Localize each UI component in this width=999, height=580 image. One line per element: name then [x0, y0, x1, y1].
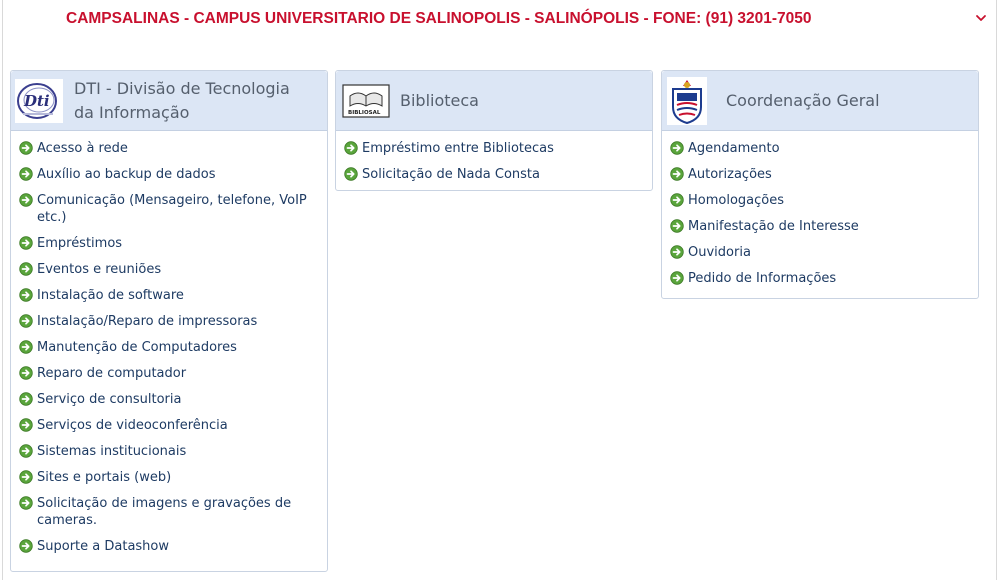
green-circle-arrow-icon	[19, 340, 33, 354]
service-link-item[interactable]: Homologações	[662, 192, 978, 209]
service-link-item[interactable]: Manifestação de Interesse	[662, 218, 978, 235]
service-link-label[interactable]: Agendamento	[688, 140, 780, 157]
panel-biblioteca: BIBLIOSAL Biblioteca Empréstimo entre Bi…	[335, 70, 653, 191]
panel-header: Dti DTI - Divisão de Tecnologia da Infor…	[11, 71, 327, 131]
frame-border-left	[2, 0, 3, 580]
service-list: Empréstimo entre Bibliotecas Solicitação …	[336, 131, 652, 196]
service-link-item[interactable]: Reparo de computador	[11, 365, 327, 382]
service-link-label[interactable]: Reparo de computador	[37, 365, 186, 382]
service-link-label[interactable]: Pedido de Informações	[688, 270, 836, 287]
green-circle-arrow-icon	[19, 236, 33, 250]
green-circle-arrow-icon	[19, 141, 33, 155]
green-circle-arrow-icon	[670, 193, 684, 207]
service-link-label[interactable]: Manifestação de Interesse	[688, 218, 859, 235]
svg-text:BIBLIOSAL: BIBLIOSAL	[348, 110, 381, 116]
service-link-label[interactable]: Empréstimos	[37, 235, 122, 252]
green-circle-arrow-icon	[19, 167, 33, 181]
green-circle-arrow-icon	[19, 314, 33, 328]
green-circle-arrow-icon	[19, 470, 33, 484]
service-link-item[interactable]: Manutenção de Computadores	[11, 339, 327, 356]
service-link-label[interactable]: Instalação/Reparo de impressoras	[37, 313, 257, 330]
service-link-item[interactable]: Empréstimos	[11, 235, 327, 252]
green-circle-arrow-icon	[670, 167, 684, 181]
green-circle-arrow-icon	[19, 288, 33, 302]
service-link-label[interactable]: Comunicação (Mensageiro, telefone, VoIP …	[37, 192, 319, 226]
svg-text:Dti: Dti	[23, 92, 50, 110]
panel-header: Coordenação Geral	[662, 71, 978, 131]
service-link-label[interactable]: Autorizações	[688, 166, 772, 183]
panel-coordenacao-geral: Coordenação Geral Agendamento Autorizaçõe…	[661, 70, 979, 299]
green-circle-arrow-icon	[19, 366, 33, 380]
green-circle-arrow-icon	[670, 245, 684, 259]
service-link-label[interactable]: Acesso à rede	[37, 140, 128, 157]
panel-title: Coordenação Geral	[726, 90, 880, 110]
service-link-label[interactable]: Manutenção de Computadores	[37, 339, 237, 356]
panel-header: BIBLIOSAL Biblioteca	[336, 71, 652, 131]
service-list: Agendamento Autorizações Homologações Manif…	[662, 131, 978, 300]
service-link-item[interactable]: Auxílio ao backup de dados	[11, 166, 327, 183]
service-link-item[interactable]: Instalação de software	[11, 287, 327, 304]
service-link-item[interactable]: Instalação/Reparo de impressoras	[11, 313, 327, 330]
green-circle-arrow-icon	[670, 141, 684, 155]
service-link-item[interactable]: Solicitação de imagens e gravações de ca…	[11, 495, 327, 529]
service-link-label[interactable]: Serviço de consultoria	[37, 391, 181, 408]
service-link-item[interactable]: Acesso à rede	[11, 140, 327, 157]
service-link-label[interactable]: Suporte a Datashow	[37, 538, 169, 555]
service-link-item[interactable]: Sites e portais (web)	[11, 469, 327, 486]
chevron-down-icon[interactable]	[975, 12, 987, 24]
green-circle-arrow-icon	[19, 392, 33, 406]
service-link-item[interactable]: Eventos e reuniões	[11, 261, 327, 278]
green-circle-arrow-icon	[19, 496, 33, 510]
service-link-label[interactable]: Eventos e reuniões	[37, 261, 161, 278]
green-circle-arrow-icon	[19, 418, 33, 432]
green-circle-arrow-icon	[19, 262, 33, 276]
service-link-label[interactable]: Homologações	[688, 192, 784, 209]
service-link-item[interactable]: Autorizações	[662, 166, 978, 183]
service-link-item[interactable]: Comunicação (Mensageiro, telefone, VoIP …	[11, 192, 327, 226]
service-link-label[interactable]: Serviços de videoconferência	[37, 417, 228, 434]
service-link-item[interactable]: Pedido de Informações	[662, 270, 978, 287]
green-circle-arrow-icon	[19, 444, 33, 458]
service-link-label[interactable]: Solicitação de Nada Consta	[362, 166, 540, 183]
biblioteca-logo: BIBLIOSAL	[342, 83, 390, 118]
frame-border-right	[996, 0, 997, 580]
service-link-label[interactable]: Sistemas institucionais	[37, 443, 186, 460]
panel-title: DTI - Divisão de Tecnologia da Informaçã…	[74, 78, 290, 122]
green-circle-arrow-icon	[670, 219, 684, 233]
panel-dti: Dti DTI - Divisão de Tecnologia da Infor…	[10, 70, 328, 572]
green-circle-arrow-icon	[344, 167, 358, 181]
service-link-item[interactable]: Serviços de videoconferência	[11, 417, 327, 434]
service-link-item[interactable]: Suporte a Datashow	[11, 538, 327, 555]
service-link-label[interactable]: Solicitação de imagens e gravações de ca…	[37, 495, 319, 529]
service-link-item[interactable]: Serviço de consultoria	[11, 391, 327, 408]
service-link-label[interactable]: Ouvidoria	[688, 244, 751, 261]
service-link-item[interactable]: Empréstimo entre Bibliotecas	[336, 140, 652, 157]
green-circle-arrow-icon	[344, 141, 358, 155]
dti-logo: Dti	[15, 78, 63, 123]
service-link-label[interactable]: Instalação de software	[37, 287, 184, 304]
service-link-item[interactable]: Sistemas institucionais	[11, 443, 327, 460]
service-link-label[interactable]: Sites e portais (web)	[37, 469, 171, 486]
service-link-item[interactable]: Solicitação de Nada Consta	[336, 166, 652, 183]
service-link-label[interactable]: Auxílio ao backup de dados	[37, 166, 216, 183]
service-link-item[interactable]: Ouvidoria	[662, 244, 978, 261]
service-list: Acesso à rede Auxílio ao backup de dados C…	[11, 131, 327, 568]
green-circle-arrow-icon	[19, 539, 33, 553]
panel-title: Biblioteca	[400, 90, 479, 110]
green-circle-arrow-icon	[19, 193, 33, 207]
service-link-item[interactable]: Agendamento	[662, 140, 978, 157]
campus-header: CAMPSALINAS - CAMPUS UNIVERSITARIO DE SA…	[66, 10, 812, 27]
ufpa-crest-logo	[667, 76, 707, 125]
service-link-label[interactable]: Empréstimo entre Bibliotecas	[362, 140, 554, 157]
green-circle-arrow-icon	[670, 271, 684, 285]
